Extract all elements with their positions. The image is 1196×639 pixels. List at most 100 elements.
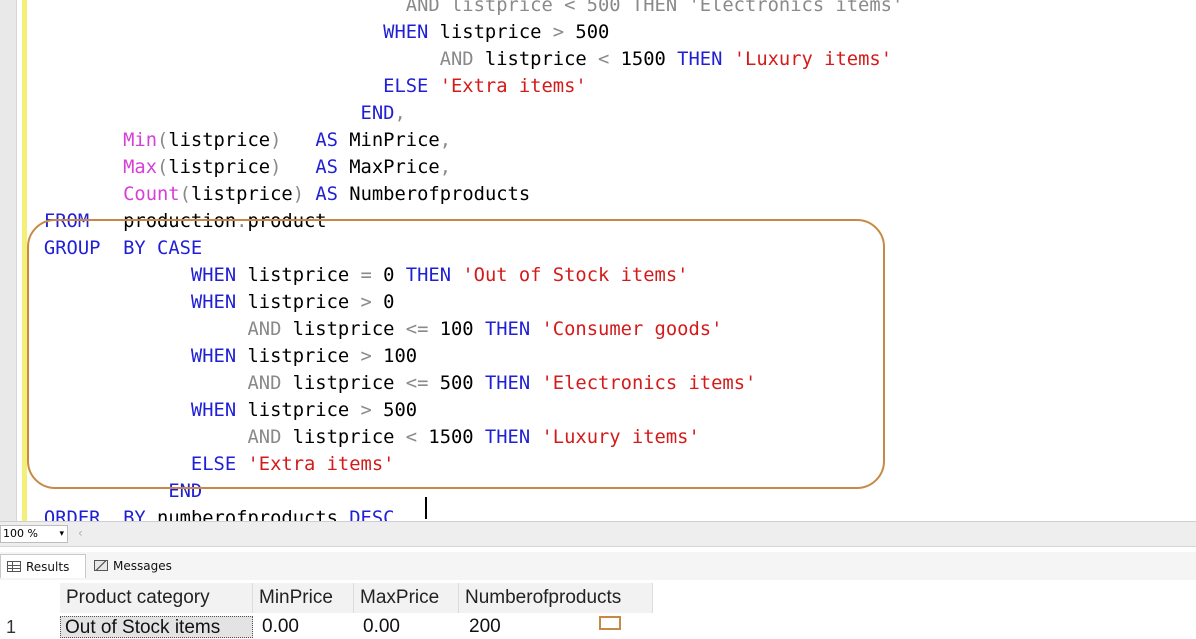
code-line[interactable]: AND listprice <= 500 THEN 'Electronics i…: [10, 370, 756, 397]
code-line[interactable]: WHEN listprice > 100: [10, 343, 417, 370]
row-number[interactable]: 1: [6, 616, 16, 638]
code-token: listprice: [281, 319, 406, 340]
code-line[interactable]: FROM production.product: [10, 208, 327, 235]
table-cell-product-category[interactable]: Out of Stock items: [60, 616, 253, 638]
column-header-minprice[interactable]: MinPrice: [253, 583, 354, 613]
code-line[interactable]: WHEN listprice > 500: [10, 397, 417, 424]
table-cell-minprice[interactable]: 0.00: [258, 616, 354, 638]
code-token: ): [292, 184, 305, 205]
messages-icon: [94, 560, 108, 571]
code-token: (: [157, 157, 169, 178]
scroll-left-icon[interactable]: ‹: [78, 526, 83, 540]
code-line[interactable]: GROUP BY CASE: [10, 235, 202, 262]
code-line[interactable]: WHEN listprice > 0: [10, 289, 395, 316]
code-token: DESC: [349, 508, 395, 521]
code-token: <=: [405, 319, 429, 340]
code-token: ,: [439, 157, 452, 178]
code-token: =: [360, 265, 372, 286]
code-token: 'Luxury items': [733, 49, 893, 70]
code-token: AS: [315, 184, 338, 205]
code-token: END: [360, 103, 395, 124]
code-token: ): [270, 130, 282, 151]
code-token: Max: [123, 157, 157, 178]
column-header-maxprice[interactable]: MaxPrice: [354, 583, 459, 613]
code-token: THEN: [484, 319, 531, 340]
code-token: Min: [123, 130, 157, 151]
code-line[interactable]: END,: [10, 100, 406, 127]
code-token: 'Extra items': [439, 76, 587, 97]
code-line[interactable]: AND listprice < 1500 THEN 'Luxury items': [10, 46, 892, 73]
code-token: 500: [564, 22, 610, 43]
code-token: AND listprice < 500 THEN 'Electronics it…: [405, 0, 904, 16]
code-line[interactable]: AND listprice < 500 THEN 'Electronics it…: [10, 0, 904, 19]
code-token: 'Luxury items': [541, 427, 700, 448]
code-token: THEN: [484, 427, 531, 448]
code-token: >: [552, 22, 565, 43]
code-token: AND: [247, 319, 282, 340]
code-token: ,: [439, 130, 452, 151]
zoom-dropdown[interactable]: 100 % ▾: [0, 525, 68, 543]
code-token: AND: [439, 49, 474, 70]
code-token: Numberofproducts: [337, 184, 531, 205]
code-line[interactable]: Count(listprice) AS Numberofproducts: [10, 181, 530, 208]
code-line[interactable]: Max(listprice) AS MaxPrice,: [10, 154, 451, 181]
code-token: ORDER: [43, 508, 101, 521]
code-token: listprice: [190, 184, 293, 205]
code-token: THEN: [677, 49, 723, 70]
code-token: listprice: [428, 22, 553, 43]
code-token: 1500: [609, 49, 678, 70]
code-token: >: [360, 346, 372, 367]
code-token: 'Extra items': [247, 454, 395, 475]
tab-messages[interactable]: Messages: [90, 554, 188, 578]
code-line[interactable]: Min(listprice) AS MinPrice,: [10, 127, 451, 154]
query-editor[interactable]: AND listprice < 500 THEN 'Electronics it…: [0, 0, 1196, 521]
code-token: product: [247, 211, 327, 232]
tab-results[interactable]: Results: [0, 554, 86, 578]
code-line[interactable]: ELSE 'Extra items': [10, 73, 587, 100]
code-token: 0: [371, 265, 406, 286]
code-token: listprice: [236, 400, 361, 421]
code-line[interactable]: ELSE 'Extra items': [10, 451, 395, 478]
code-token: MaxPrice: [337, 157, 440, 178]
code-line[interactable]: AND listprice < 1500 THEN 'Luxury items': [10, 424, 700, 451]
table-cell-numberofproducts[interactable]: 200: [465, 616, 585, 638]
code-line[interactable]: ORDER BY numberofproducts DESC: [10, 505, 395, 521]
column-header-product-category[interactable]: Product category: [60, 583, 253, 613]
code-token: 100: [428, 319, 485, 340]
code-token: 500: [428, 373, 485, 394]
editor-statusbar: 100 % ▾ ‹: [0, 521, 1196, 547]
code-token: listprice: [281, 427, 406, 448]
code-token: <: [405, 427, 418, 448]
code-line[interactable]: WHEN listprice = 0 THEN 'Out of Stock it…: [10, 262, 689, 289]
column-header-numberofproducts[interactable]: Numberofproducts: [459, 583, 653, 613]
code-line[interactable]: AND listprice <= 100 THEN 'Consumer good…: [10, 316, 722, 343]
table-cell-maxprice[interactable]: 0.00: [359, 616, 459, 638]
tab-messages-label: Messages: [113, 559, 172, 573]
code-line[interactable]: WHEN listprice > 500: [10, 19, 609, 46]
code-token: .: [236, 211, 248, 232]
code-token: 'Consumer goods': [541, 319, 723, 340]
results-grid[interactable]: Product category MinPrice MaxPrice Numbe…: [0, 580, 1196, 638]
code-token: listprice: [168, 130, 271, 151]
code-line[interactable]: END: [10, 478, 202, 505]
code-token: 'Out of Stock items': [462, 265, 689, 286]
code-token: listprice: [473, 49, 598, 70]
